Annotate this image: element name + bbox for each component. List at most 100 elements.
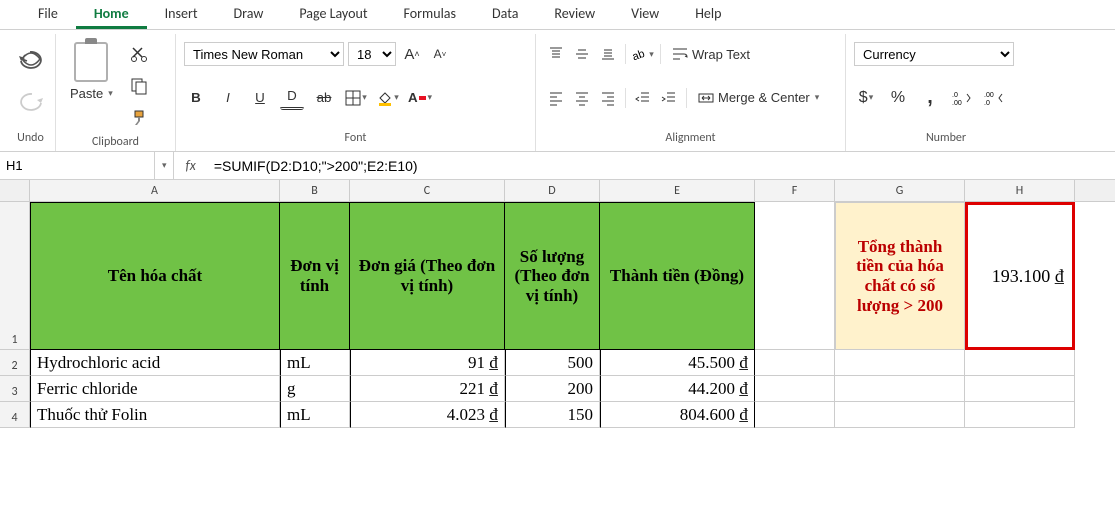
increase-decimal-button[interactable]: .0.00 — [950, 86, 974, 110]
cell-D3[interactable]: 200 — [505, 376, 600, 402]
cell-H2[interactable] — [965, 350, 1075, 376]
col-header-G[interactable]: G — [835, 180, 965, 201]
font-color-button[interactable]: A▾ — [408, 86, 432, 110]
cell-D2[interactable]: 500 — [505, 350, 600, 376]
align-middle-button[interactable] — [570, 42, 594, 66]
redo-button[interactable] — [15, 86, 47, 118]
cell-G4[interactable] — [835, 402, 965, 428]
fill-color-button[interactable]: ▾ — [376, 86, 400, 110]
col-header-E[interactable]: E — [600, 180, 755, 201]
row-header-1[interactable]: 1 — [0, 202, 30, 350]
cell-A4[interactable]: Thuốc thử Folin — [30, 402, 280, 428]
comma-format-button[interactable]: , — [918, 86, 942, 110]
row-header-4[interactable]: 4 — [0, 402, 30, 428]
sheet-row-1: 1 Tên hóa chất Đơn vị tính Đơn giá (Theo… — [0, 202, 1115, 350]
strikethrough-button[interactable]: ab — [312, 86, 336, 110]
tab-draw[interactable]: Draw — [216, 0, 282, 29]
tab-page-layout[interactable]: Page Layout — [281, 0, 385, 29]
cell-F1[interactable] — [755, 202, 835, 350]
col-header-B[interactable]: B — [280, 180, 350, 201]
tab-view[interactable]: View — [613, 0, 677, 29]
cell-E2[interactable]: 45.500 ₫ — [600, 350, 755, 376]
group-label-number: Number — [854, 129, 1038, 149]
double-underline-button[interactable]: D — [280, 86, 304, 110]
cell-A3[interactable]: Ferric chloride — [30, 376, 280, 402]
tab-insert[interactable]: Insert — [147, 0, 216, 29]
cell-C2[interactable]: 91 ₫ — [350, 350, 505, 376]
cell-E3[interactable]: 44.200 ₫ — [600, 376, 755, 402]
cell-A2[interactable]: Hydrochloric acid — [30, 350, 280, 376]
tab-home[interactable]: Home — [76, 0, 147, 29]
cell-E4[interactable]: 804.600 ₫ — [600, 402, 755, 428]
row-header-2[interactable]: 2 — [0, 350, 30, 376]
cut-button[interactable] — [127, 42, 151, 66]
col-header-C[interactable]: C — [350, 180, 505, 201]
cell-A1[interactable]: Tên hóa chất — [30, 202, 280, 350]
col-header-D[interactable]: D — [505, 180, 600, 201]
cell-B3[interactable]: g — [280, 376, 350, 402]
align-top-button[interactable] — [544, 42, 568, 66]
cell-G3[interactable] — [835, 376, 965, 402]
tab-file[interactable]: File — [20, 0, 76, 29]
cell-G2[interactable] — [835, 350, 965, 376]
cell-F2[interactable] — [755, 350, 835, 376]
name-box-dropdown[interactable]: ▾ — [156, 152, 174, 179]
undo-button[interactable] — [15, 44, 47, 76]
cell-B1[interactable]: Đơn vị tính — [280, 202, 350, 350]
cell-E1[interactable]: Thành tiền (Đồng) — [600, 202, 755, 350]
cell-G1[interactable]: Tổng thành tiền của hóa chất có số lượng… — [835, 202, 965, 350]
decrease-indent-button[interactable] — [631, 86, 655, 110]
align-center-button[interactable] — [570, 86, 594, 110]
accounting-format-button[interactable]: $▾ — [854, 86, 878, 110]
number-format-select[interactable]: Currency — [854, 42, 1014, 66]
align-right-button[interactable] — [596, 86, 620, 110]
font-size-select[interactable]: 18 — [348, 42, 396, 66]
cell-D4[interactable]: 150 — [505, 402, 600, 428]
cell-F3[interactable] — [755, 376, 835, 402]
ribbon-tabs: File Home Insert Draw Page Layout Formul… — [0, 0, 1115, 30]
underline-button[interactable]: U — [248, 86, 272, 110]
orientation-button[interactable]: ab▾ — [631, 42, 655, 66]
col-header-A[interactable]: A — [30, 180, 280, 201]
cell-H4[interactable] — [965, 402, 1075, 428]
merge-center-button[interactable]: Merge & Center▾ — [692, 88, 825, 107]
align-left-button[interactable] — [544, 86, 568, 110]
col-header-H[interactable]: H — [965, 180, 1075, 201]
percent-format-button[interactable]: % — [886, 86, 910, 110]
align-bottom-button[interactable] — [596, 42, 620, 66]
cell-D1[interactable]: Số lượng (Theo đơn vị tính) — [505, 202, 600, 350]
cell-F4[interactable] — [755, 402, 835, 428]
bold-button[interactable]: B — [184, 86, 208, 110]
cell-C3[interactable]: 221 ₫ — [350, 376, 505, 402]
copy-button[interactable] — [127, 74, 151, 98]
tab-formulas[interactable]: Formulas — [386, 0, 474, 29]
cell-C1[interactable]: Đơn giá (Theo đơn vị tính) — [350, 202, 505, 350]
tab-review[interactable]: Review — [536, 0, 613, 29]
borders-button[interactable]: ▾ — [344, 86, 368, 110]
fx-icon[interactable]: fx — [174, 157, 208, 174]
decrease-font-button[interactable]: A˅ — [428, 42, 452, 66]
formula-input[interactable] — [208, 152, 1115, 179]
tab-help[interactable]: Help — [677, 0, 739, 29]
col-header-F[interactable]: F — [755, 180, 835, 201]
row-header-3[interactable]: 3 — [0, 376, 30, 402]
select-all-corner[interactable] — [0, 180, 30, 201]
cell-B4[interactable]: mL — [280, 402, 350, 428]
cell-H1[interactable]: 193.100 ₫ — [965, 202, 1075, 350]
name-box[interactable] — [0, 152, 155, 179]
cell-C4[interactable]: 4.023 ₫ — [350, 402, 505, 428]
italic-button[interactable]: I — [216, 86, 240, 110]
wrap-text-button[interactable]: Wrap Text — [666, 45, 756, 64]
sheet-row-4: 4Thuốc thử FolinmL4.023 ₫150804.600 ₫ — [0, 402, 1115, 428]
decrease-decimal-button[interactable]: .00.0 — [982, 86, 1006, 110]
sheet-row-2: 2Hydrochloric acidmL91 ₫50045.500 ₫ — [0, 350, 1115, 376]
increase-font-button[interactable]: A˄ — [400, 42, 424, 66]
increase-indent-button[interactable] — [657, 86, 681, 110]
format-painter-button[interactable] — [127, 106, 151, 130]
formula-bar: ▾ fx — [0, 152, 1115, 180]
cell-H3[interactable] — [965, 376, 1075, 402]
tab-data[interactable]: Data — [474, 0, 536, 29]
cell-B2[interactable]: mL — [280, 350, 350, 376]
font-name-select[interactable]: Times New Roman — [184, 42, 344, 66]
paste-button[interactable]: Paste▾ — [64, 84, 119, 103]
